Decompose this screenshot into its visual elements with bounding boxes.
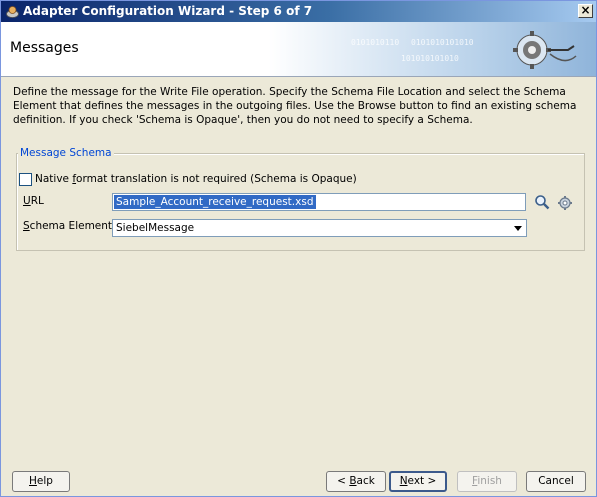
finish-button: Finish [457, 471, 517, 492]
wizard-window: Adapter Configuration Wizard - Step 6 of… [0, 0, 597, 497]
page-title: Messages [10, 40, 79, 56]
back-button[interactable]: < Back [326, 471, 386, 492]
schema-element-value: SiebelMessage [116, 222, 195, 234]
cancel-button[interactable]: Cancel [526, 471, 586, 492]
help-button[interactable]: Help [12, 471, 70, 492]
opaque-schema-checkbox[interactable] [19, 173, 32, 186]
window-title: Adapter Configuration Wizard - Step 6 of… [23, 4, 313, 18]
binary-decoration: 0101010110 [351, 38, 400, 47]
url-input[interactable]: Sample_Account_receive_request.xsd [112, 193, 526, 211]
close-button[interactable]: × [578, 4, 593, 18]
schema-element-label: Schema Element [23, 220, 113, 232]
gear-logo-icon [513, 31, 577, 69]
chevron-down-icon[interactable] [511, 221, 525, 235]
url-label: URL [23, 195, 44, 207]
binary-decoration: 101010101010 [401, 54, 459, 63]
next-button[interactable]: Next > [389, 471, 447, 492]
title-bar: Adapter Configuration Wizard - Step 6 of… [1, 1, 596, 22]
schema-element-select[interactable]: SiebelMessage [112, 219, 527, 237]
page-header: Messages 0101010110 0101010101010 101010… [1, 22, 596, 77]
binary-decoration: 0101010101010 [411, 38, 474, 47]
url-value: Sample_Account_receive_request.xsd [114, 195, 316, 209]
wizard-icon [6, 6, 19, 18]
search-icon[interactable] [534, 194, 550, 210]
opaque-schema-label: Native format translation is not require… [35, 173, 357, 185]
gear-icon[interactable] [557, 195, 573, 211]
group-label: Message Schema [18, 147, 114, 159]
description-text: Define the message for the Write File op… [13, 86, 577, 126]
